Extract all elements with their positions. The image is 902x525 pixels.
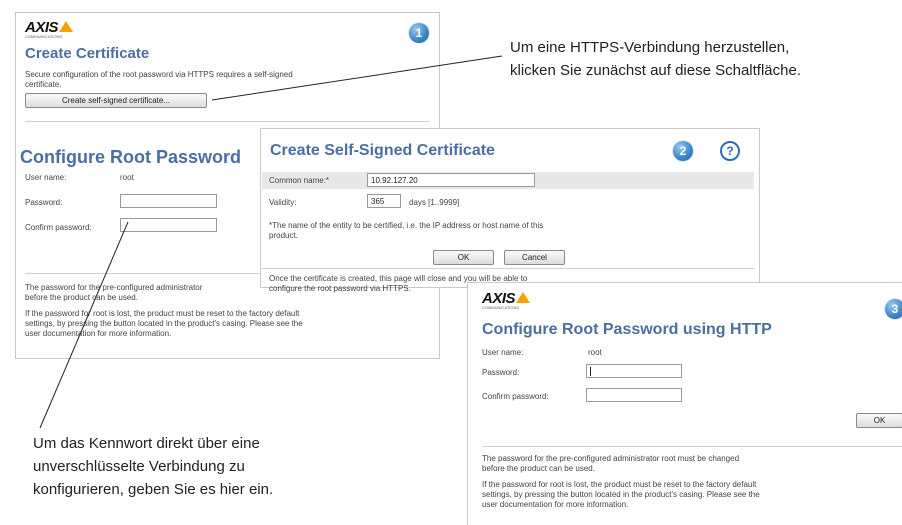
direct-annotation: Um das Kennwort direkt über eine unversc… [33,435,274,498]
direct-callout-line [39,221,129,429]
https-annotation: Um eine HTTPS-Verbindung herzustellen, k… [510,39,801,79]
https-callout-line [211,55,503,101]
